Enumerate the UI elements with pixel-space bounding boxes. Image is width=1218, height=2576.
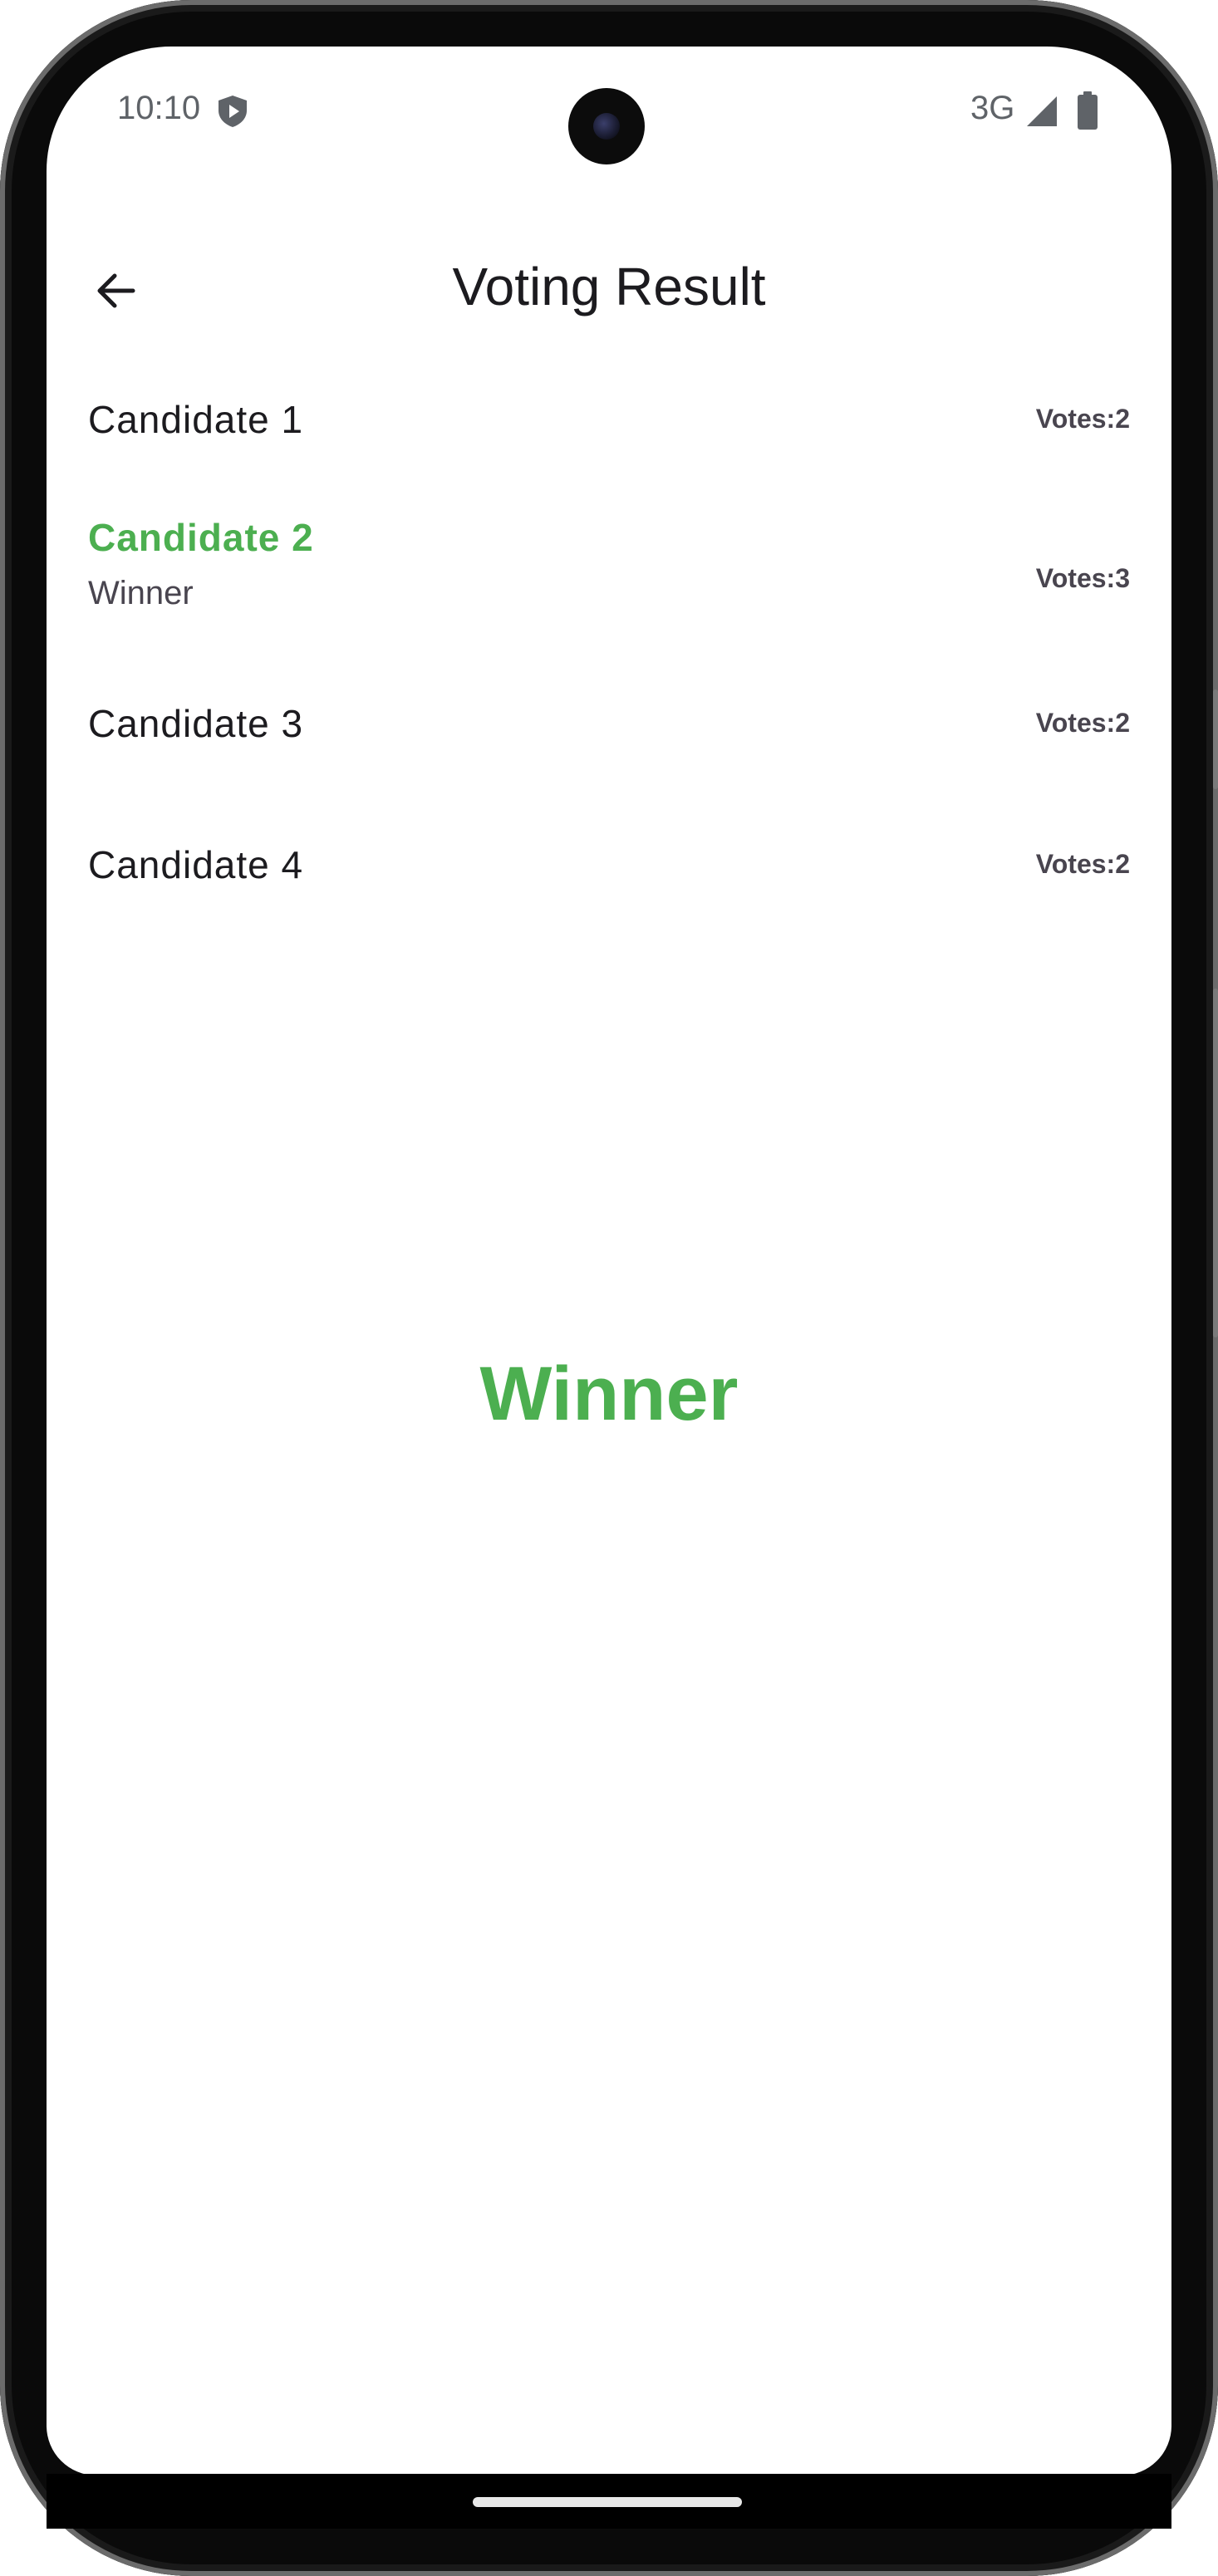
candidate-name: Candidate 1 — [88, 398, 304, 441]
app-bar: Voting Result — [47, 213, 1171, 370]
winner-label: Winner — [479, 1352, 739, 1436]
power-button — [1213, 689, 1218, 789]
home-indicator[interactable] — [473, 2497, 742, 2507]
candidate-votes: Votes:2 — [1035, 849, 1130, 879]
shield-icon — [219, 96, 247, 127]
signal-icon — [1027, 96, 1057, 126]
candidate-row-winner[interactable]: Candidate 2 Winner Votes:3 — [47, 478, 1171, 661]
camera-lens — [593, 113, 620, 140]
status-time: 10:10 — [117, 90, 201, 126]
candidate-name: Candidate 4 — [88, 843, 304, 886]
candidate-name: Candidate 3 — [88, 702, 304, 745]
screen: 10:10 3G Voting Result Candidate 1 Votes… — [47, 47, 1171, 2475]
page-title: Voting Result — [452, 257, 766, 316]
candidate-votes: Votes:2 — [1035, 708, 1130, 738]
candidate-subtitle: Winner — [88, 575, 194, 611]
battery-icon — [1078, 91, 1098, 130]
candidate-row[interactable]: Candidate 3 Votes:2 — [47, 661, 1171, 802]
candidate-name: Candidate 2 — [88, 516, 314, 559]
front-camera — [568, 88, 645, 164]
status-bar: 10:10 3G — [47, 47, 1171, 179]
network-type: 3G — [970, 90, 1015, 126]
candidate-votes: Votes:3 — [1035, 563, 1130, 593]
candidate-row[interactable]: Candidate 1 Votes:2 — [47, 362, 1171, 478]
candidate-votes: Votes:2 — [1035, 404, 1130, 434]
candidate-row[interactable]: Candidate 4 Votes:2 — [47, 802, 1171, 944]
volume-button — [1213, 989, 1218, 1337]
